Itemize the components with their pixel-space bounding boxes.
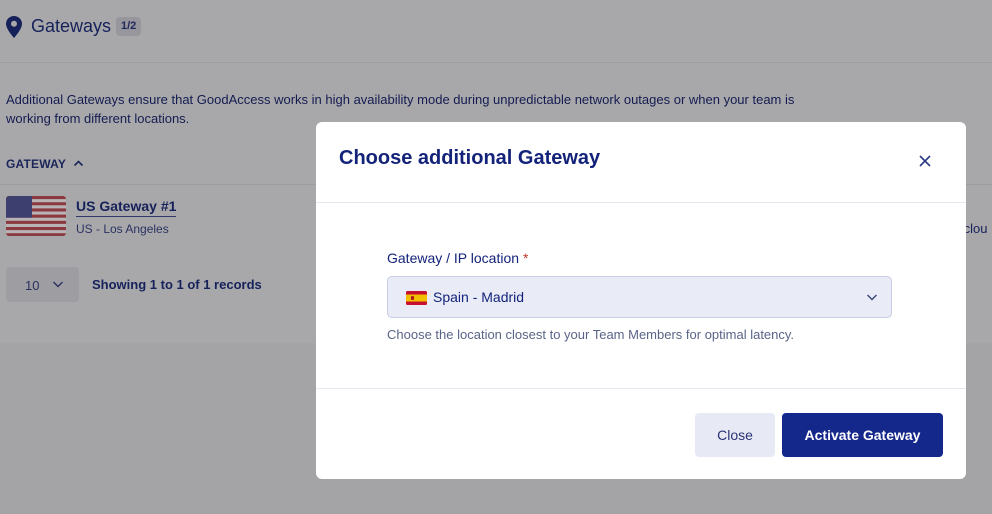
activate-gateway-button[interactable]: Activate Gateway bbox=[782, 413, 943, 457]
modal-header: Choose additional Gateway bbox=[316, 122, 966, 203]
page-title: Gateways bbox=[31, 16, 112, 36]
modal-title: Choose additional Gateway bbox=[339, 147, 601, 169]
modal-footer-divider bbox=[316, 388, 966, 389]
gateway-name-link[interactable]: US Gateway #1 bbox=[76, 198, 177, 217]
count-badge: 1/2 bbox=[116, 17, 142, 36]
gateway-location: US - Los Angeles bbox=[76, 222, 169, 236]
chevron-down-icon bbox=[867, 294, 877, 301]
location-pin-icon bbox=[6, 16, 22, 38]
required-mark: * bbox=[522, 250, 529, 266]
chevron-down-icon bbox=[53, 281, 63, 288]
label-text: Gateway / IP location bbox=[387, 250, 520, 266]
column-header-gateway[interactable]: GATEWAY bbox=[6, 157, 66, 171]
close-icon[interactable] bbox=[917, 153, 933, 169]
gateway-location-label: Gateway / IP location * bbox=[387, 250, 528, 266]
us-flag-icon bbox=[6, 196, 66, 236]
sort-up-icon[interactable] bbox=[73, 158, 84, 169]
per-page-select[interactable]: 10 bbox=[6, 267, 79, 302]
per-page-value: 10 bbox=[25, 278, 40, 293]
choose-gateway-modal: Choose additional Gateway Gateway / IP l… bbox=[316, 122, 966, 479]
close-button[interactable]: Close bbox=[695, 413, 775, 457]
records-summary: Showing 1 to 1 of 1 records bbox=[92, 277, 262, 292]
spain-flag-icon bbox=[406, 291, 427, 305]
field-help-text: Choose the location closest to your Team… bbox=[387, 327, 795, 342]
gateway-location-select[interactable]: Spain - Madrid bbox=[387, 276, 892, 318]
page-header: Gateways 1/2 bbox=[0, 0, 992, 63]
selected-location: Spain - Madrid bbox=[433, 289, 525, 305]
